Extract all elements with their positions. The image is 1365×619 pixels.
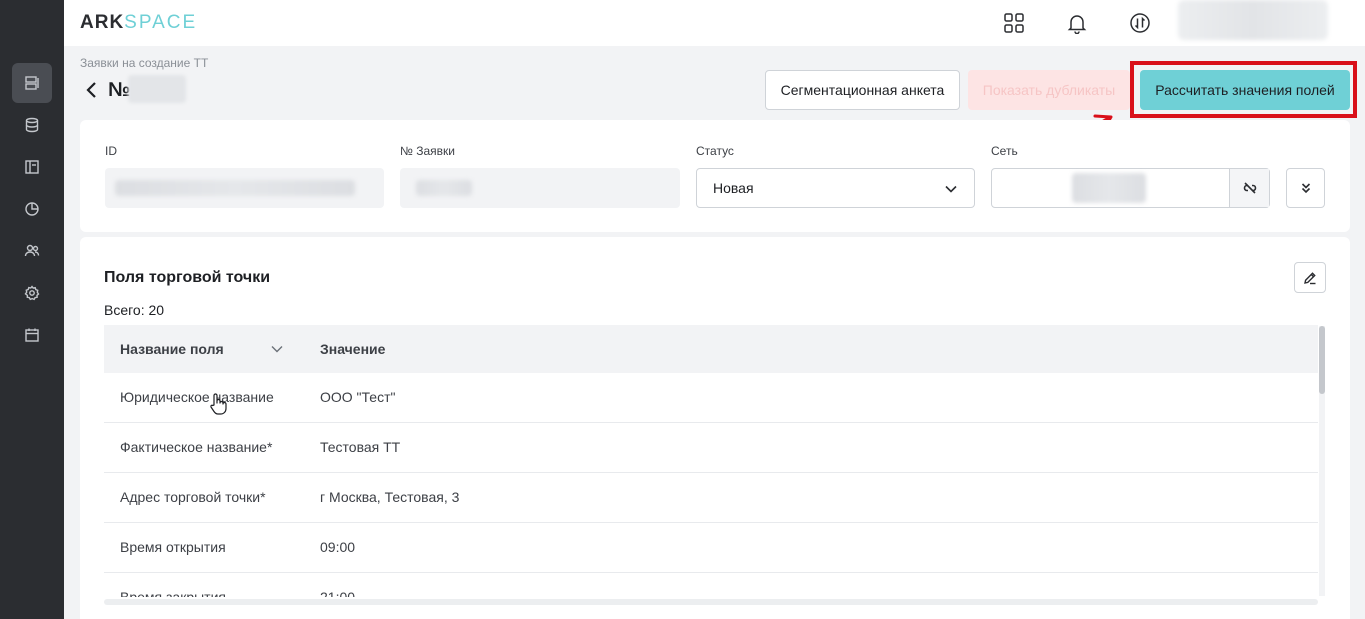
request-number-field[interactable] — [400, 168, 680, 208]
sync-button[interactable] — [1127, 10, 1153, 36]
bell-icon — [1067, 15, 1087, 34]
network-field[interactable] — [991, 168, 1270, 208]
status-value: Новая — [713, 180, 754, 196]
sidebar-item-calendar[interactable] — [12, 315, 52, 355]
sync-icon — [1130, 13, 1150, 33]
chevron-down-icon — [944, 182, 958, 196]
vertical-scrollbar[interactable] — [1319, 326, 1325, 596]
hand-cursor-icon — [210, 393, 227, 415]
section-title: Поля торговой точки — [104, 269, 271, 286]
user-profile[interactable] — [1178, 0, 1328, 40]
notifications-button[interactable] — [1064, 10, 1090, 36]
double-chevron-down-icon — [1301, 183, 1310, 194]
show-duplicates-button[interactable]: Показать дубликаты — [968, 70, 1130, 110]
horizontal-scrollbar[interactable] — [104, 599, 1318, 605]
table-row[interactable]: Юридическое название ООО "Тест" — [104, 373, 1318, 423]
request-info-card: ID № Заявки Статус Новая Сеть — [80, 120, 1350, 232]
fields-table: Название поля Значение Юридическое назва… — [104, 325, 1318, 597]
brand-logo[interactable]: ARK SPACE — [80, 12, 197, 34]
table-row[interactable]: Адрес торговой точки* г Москва, Тестовая… — [104, 473, 1318, 523]
table-row[interactable]: Время открытия 09:00 — [104, 523, 1318, 573]
requests-icon — [25, 76, 39, 90]
top-header: ARK SPACE — [64, 0, 1365, 46]
sidebar-item-settings[interactable] — [12, 273, 52, 313]
status-select[interactable]: Новая — [696, 168, 975, 208]
outlet-fields-card: Поля торговой точки Всего: 20 Название п… — [80, 237, 1350, 619]
gear-icon — [24, 285, 40, 301]
layout-icon — [25, 160, 39, 174]
sidebar-item-users[interactable] — [12, 231, 52, 271]
chart-pie-icon — [25, 202, 39, 216]
back-button[interactable] — [84, 81, 102, 101]
sidebar — [0, 0, 64, 619]
users-icon — [24, 244, 40, 257]
database-icon — [25, 117, 39, 133]
request-number-label: № Заявки — [400, 144, 455, 158]
table-row[interactable]: Фактическое название* Тестовая ТТ — [104, 423, 1318, 473]
apps-grid-icon — [1004, 13, 1024, 33]
page-title: № — [108, 79, 131, 101]
column-value: Значение — [320, 341, 386, 357]
sidebar-item-reports[interactable] — [12, 189, 52, 229]
status-label: Статус — [696, 144, 734, 158]
request-number-redacted — [128, 75, 186, 103]
highlight-frame — [1130, 61, 1357, 118]
apps-button[interactable] — [1001, 10, 1027, 36]
unlink-icon — [1243, 182, 1256, 194]
sort-chevron-icon[interactable] — [270, 342, 284, 356]
edit-button[interactable] — [1294, 262, 1326, 293]
id-field[interactable] — [105, 168, 384, 208]
breadcrumb[interactable]: Заявки на создание ТТ — [80, 56, 208, 70]
sidebar-item-database[interactable] — [12, 105, 52, 145]
sidebar-item-layout[interactable] — [12, 147, 52, 187]
total-count: Всего: 20 — [104, 302, 165, 318]
pencil-icon — [1304, 271, 1316, 284]
chevron-left-icon — [86, 82, 96, 98]
network-label: Сеть — [991, 144, 1018, 158]
expand-button[interactable] — [1286, 168, 1325, 208]
id-label: ID — [105, 144, 117, 158]
unlink-button[interactable] — [1229, 169, 1269, 207]
scrollbar-thumb[interactable] — [1319, 326, 1325, 394]
calendar-icon — [25, 328, 39, 342]
segmentation-form-button[interactable]: Сегментационная анкета — [765, 70, 960, 110]
table-row[interactable]: Время закрытия 21:00 — [104, 573, 1318, 597]
sidebar-item-requests[interactable] — [12, 63, 52, 103]
column-field-name[interactable]: Название поля — [120, 341, 224, 357]
table-header: Название поля Значение — [104, 325, 1318, 373]
